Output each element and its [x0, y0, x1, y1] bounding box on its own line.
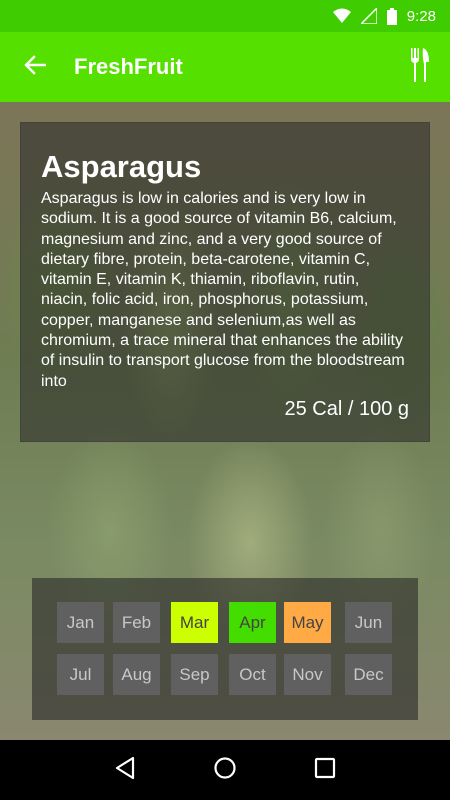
- system-nav-bar: [0, 740, 450, 800]
- signal-icon: [360, 8, 377, 24]
- circle-home-icon: [213, 756, 237, 785]
- menu-button[interactable]: [390, 32, 450, 102]
- status-bar: 9:28: [0, 0, 450, 32]
- month-may: May: [284, 602, 331, 643]
- square-recents-icon: [314, 757, 336, 784]
- month-apr: Apr: [229, 602, 276, 643]
- back-button[interactable]: [0, 32, 70, 102]
- arrow-left-icon: [24, 54, 47, 80]
- nav-home-button[interactable]: [205, 750, 245, 790]
- nav-back-button[interactable]: [105, 750, 145, 790]
- month-jul: Jul: [57, 654, 104, 695]
- fruit-detail-view[interactable]: Asparagus Asparagus is low in calories a…: [0, 102, 450, 740]
- fruit-info-card: Asparagus Asparagus is low in calories a…: [20, 122, 430, 442]
- month-mar: Mar: [171, 602, 218, 643]
- season-calendar: Jan Feb Mar Apr May Jun Jul Aug Sep Oct …: [32, 578, 418, 720]
- month-aug: Aug: [113, 654, 160, 695]
- month-dec: Dec: [345, 654, 392, 695]
- triangle-back-icon: [114, 756, 136, 785]
- fruit-name: Asparagus: [41, 149, 202, 184]
- app-title: FreshFruit: [74, 54, 183, 79]
- month-oct: Oct: [229, 654, 276, 695]
- month-jun: Jun: [345, 602, 392, 643]
- month-nov: Nov: [284, 654, 331, 695]
- month-sep: Sep: [171, 654, 218, 695]
- month-jan: Jan: [57, 602, 104, 643]
- fruit-calories: 25 Cal / 100 g: [284, 398, 409, 420]
- battery-icon: [386, 7, 397, 25]
- nav-recents-button[interactable]: [305, 750, 345, 790]
- wifi-icon: [332, 8, 351, 24]
- fork-knife-icon: [409, 47, 431, 87]
- fruit-description: Asparagus is low in calories and is very…: [41, 190, 405, 390]
- month-feb: Feb: [113, 602, 160, 643]
- status-time: 9:28: [406, 7, 436, 25]
- app-bar: FreshFruit: [0, 32, 450, 102]
